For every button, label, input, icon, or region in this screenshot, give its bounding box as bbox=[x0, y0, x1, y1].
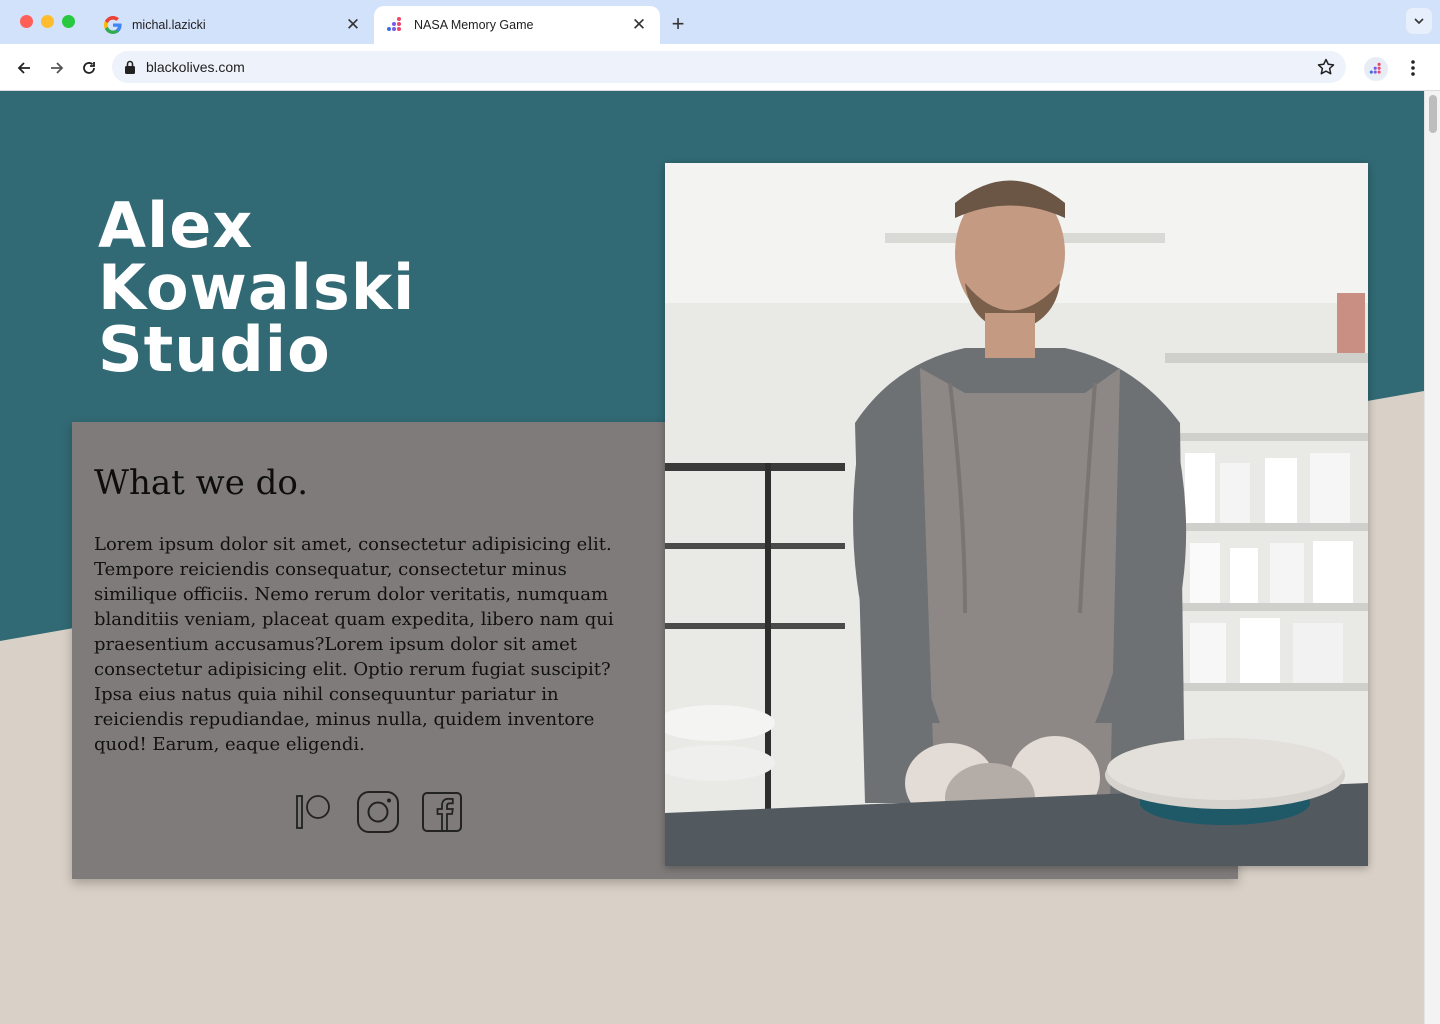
back-button[interactable] bbox=[14, 58, 34, 78]
bookmark-star-icon[interactable] bbox=[1316, 57, 1336, 77]
browser-menu-button[interactable] bbox=[1404, 58, 1422, 78]
scrollbar-thumb[interactable] bbox=[1429, 95, 1437, 133]
instagram-icon bbox=[357, 791, 399, 833]
browser-toolbar: blackolives.com bbox=[0, 44, 1440, 91]
reload-icon bbox=[83, 62, 95, 74]
tab-michal-lazicki[interactable]: michal.lazicki ✕ bbox=[92, 6, 374, 44]
page-viewport: Alex Kowalski Studio What we do. Lorem i… bbox=[0, 91, 1424, 1024]
arrow-left-icon bbox=[17, 62, 30, 74]
close-window-button[interactable] bbox=[20, 15, 33, 28]
reload-button[interactable] bbox=[79, 58, 99, 78]
facebook-link[interactable] bbox=[420, 790, 464, 834]
url-text: blackolives.com bbox=[146, 59, 245, 75]
more-vertical-icon bbox=[1411, 60, 1415, 76]
minimize-window-button[interactable] bbox=[41, 15, 54, 28]
tab-label: NASA Memory Game bbox=[414, 18, 534, 32]
patreon-link[interactable] bbox=[292, 790, 336, 834]
page-scrollbar[interactable] bbox=[1424, 91, 1440, 1024]
dots-app-icon bbox=[1369, 62, 1381, 74]
arrow-right-icon bbox=[51, 62, 64, 74]
tab-label: michal.lazicki bbox=[132, 18, 206, 32]
lock-icon bbox=[125, 60, 135, 74]
new-tab-icon[interactable]: + bbox=[668, 11, 688, 37]
close-tab-icon[interactable]: ✕ bbox=[344, 15, 362, 35]
chevron-down-icon bbox=[1414, 18, 1424, 25]
extension-button[interactable] bbox=[1364, 57, 1388, 81]
tab-nasa-memory-game[interactable]: NASA Memory Game ✕ bbox=[374, 6, 660, 44]
maximize-window-button[interactable] bbox=[62, 15, 75, 28]
google-icon bbox=[104, 16, 122, 34]
patreon-icon bbox=[296, 795, 330, 829]
forward-button[interactable] bbox=[47, 58, 67, 78]
close-tab-icon[interactable]: ✕ bbox=[630, 15, 648, 35]
address-bar[interactable]: blackolives.com bbox=[112, 51, 1346, 83]
facebook-icon bbox=[422, 792, 462, 832]
social-links bbox=[292, 790, 464, 834]
section-heading: What we do. bbox=[94, 463, 309, 503]
tab-search-button[interactable] bbox=[1406, 8, 1432, 34]
tab-strip: michal.lazicki ✕ NASA Memory Game ✕ + bbox=[0, 0, 1440, 44]
dots-app-icon bbox=[387, 17, 401, 31]
potter-photo bbox=[665, 163, 1368, 866]
site-title: Alex Kowalski Studio bbox=[98, 189, 416, 386]
instagram-link[interactable] bbox=[356, 790, 400, 834]
about-text: Lorem ipsum dolor sit amet, consectetur … bbox=[94, 534, 614, 755]
potter-kneading-clay-photo bbox=[665, 163, 1368, 866]
